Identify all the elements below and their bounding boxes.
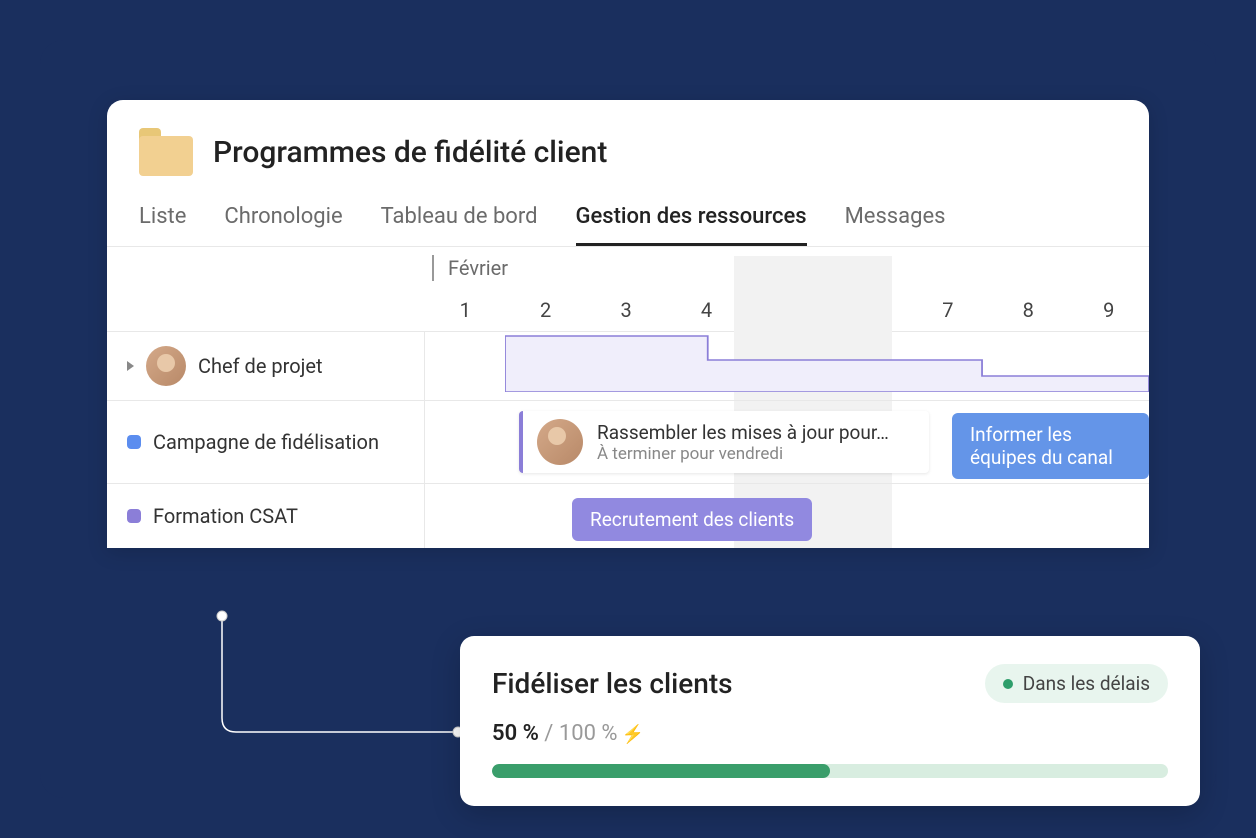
connector-line [218,612,462,738]
row-training: Formation CSAT Recrutement des clients [107,484,1149,548]
tab-messages[interactable]: Messages [845,192,946,246]
task-gather-sub: À terminer pour vendredi [597,444,889,464]
timeline-header: Février 1 2 3 4 5 6 7 8 9 [107,247,1149,332]
training-color-dot [127,509,141,523]
progress-bar [492,764,1168,778]
tab-timeline[interactable]: Chronologie [224,192,342,246]
month-label: Février [448,256,508,280]
tab-dashboard[interactable]: Tableau de bord [381,192,538,246]
task-avatar [537,419,583,465]
goal-card[interactable]: Fidéliser les clients Dans les délais 50… [460,636,1200,806]
campaign-label: Campagne de fidélisation [153,430,379,454]
day-1: 1 [425,289,505,331]
row-campaign: Campagne de fidélisation Rassembler les … [107,401,1149,484]
avatar[interactable] [146,346,186,386]
workload-chart [505,332,1149,392]
tab-resources[interactable]: Gestion des ressources [576,192,807,246]
training-label: Formation CSAT [153,504,298,528]
task-inform[interactable]: Informer les équipes du canal [952,413,1149,479]
day-3: 3 [586,289,666,331]
month-tick [432,255,434,281]
goal-progress-text: 50 % / 100 %⚡ [492,721,1168,746]
header: Programmes de fidélité client [107,100,1149,192]
project-title: Programmes de fidélité client [213,135,607,170]
day-9: 9 [1069,289,1149,331]
expand-icon[interactable] [127,361,134,371]
folder-icon [139,128,193,176]
progress-current: 50 % [492,721,539,746]
day-7: 7 [908,289,988,331]
day-2: 2 [505,289,585,331]
timeline-body: Chef de projet Campagne de fidélisation [107,332,1149,548]
manager-label: Chef de projet [198,354,323,378]
task-gather-title: Rassembler les mises à jour pour… [597,421,889,444]
campaign-color-dot [127,435,141,449]
tab-list[interactable]: Liste [139,192,186,246]
goal-title: Fidéliser les clients [492,667,733,700]
tab-bar: Liste Chronologie Tableau de bord Gestio… [107,192,1149,247]
status-dot-icon [1003,679,1013,689]
day-8: 8 [988,289,1068,331]
lightning-icon: ⚡ [622,724,644,745]
status-badge: Dans les délais [985,664,1168,703]
row-manager: Chef de projet [107,332,1149,401]
task-gather[interactable]: Rassembler les mises à jour pour… À term… [519,411,929,473]
progress-total: 100 % [559,721,618,746]
project-window: Programmes de fidélité client Liste Chro… [107,100,1149,548]
progress-sep: / [539,721,559,746]
task-recruit[interactable]: Recrutement des clients [572,498,812,541]
progress-fill [492,764,830,778]
status-text: Dans les délais [1023,672,1150,695]
